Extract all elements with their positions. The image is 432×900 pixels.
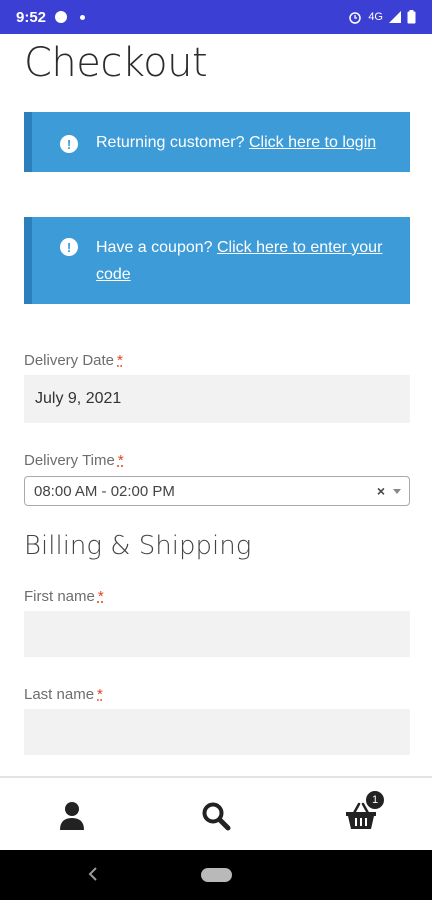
- delivery-time-label: Delivery Time *: [24, 452, 124, 469]
- status-bar: 9:52 4G: [0, 0, 432, 34]
- first-name-field[interactable]: [24, 611, 410, 657]
- search-button[interactable]: [196, 796, 236, 836]
- user-icon: [60, 802, 84, 830]
- dropdown-arrow-icon[interactable]: [393, 489, 401, 494]
- clear-selection-icon[interactable]: ×: [377, 483, 385, 499]
- bottom-navigation: 1: [0, 776, 432, 850]
- last-name-label-text: Last name: [24, 686, 95, 703]
- delivery-date-label: Delivery Date *: [24, 352, 123, 369]
- required-marker: *: [117, 352, 123, 369]
- last-name-label: Last name *: [24, 686, 103, 703]
- info-icon: !: [60, 238, 78, 256]
- cart-count-badge: 1: [364, 789, 386, 811]
- back-icon[interactable]: [88, 866, 98, 882]
- coupon-notice: ! Have a coupon? Click here to enter you…: [24, 217, 410, 304]
- notification-dot-icon: [80, 14, 86, 20]
- search-icon: [202, 802, 231, 831]
- page-title: Checkout: [24, 40, 208, 86]
- alarm-icon: [349, 12, 362, 24]
- coupon-notice-message: Have a coupon? Click here to enter your …: [96, 234, 386, 288]
- first-name-label: First name *: [24, 588, 104, 605]
- coupon-notice-text: Have a coupon?: [96, 239, 213, 256]
- network-type: 4G: [368, 11, 383, 23]
- status-time: 9:52: [16, 8, 47, 26]
- first-name-label-text: First name: [24, 588, 95, 605]
- delivery-time-label-text: Delivery Time: [24, 452, 115, 469]
- system-navigation-bar: [0, 850, 432, 900]
- info-icon: !: [60, 135, 78, 153]
- login-link[interactable]: Click here to login: [249, 134, 376, 151]
- billing-shipping-heading: Billing & Shipping: [24, 531, 252, 561]
- delivery-time-select[interactable]: 08:00 AM - 02:00 PM ×: [24, 476, 410, 506]
- last-name-field[interactable]: [24, 709, 410, 755]
- login-notice-text: Returning customer?: [96, 133, 245, 151]
- account-button[interactable]: [52, 796, 92, 836]
- message-icon: [55, 11, 68, 23]
- delivery-date-value: July 9, 2021: [35, 390, 122, 407]
- signal-icon: [389, 11, 401, 23]
- cart-button[interactable]: 1: [341, 789, 386, 836]
- returning-customer-notice: ! Returning customer? Click here to logi…: [24, 112, 410, 172]
- delivery-date-field[interactable]: July 9, 2021: [24, 375, 410, 423]
- home-pill[interactable]: [201, 868, 232, 882]
- battery-icon: [407, 10, 416, 24]
- login-notice-message: Returning customer? Click here to login: [96, 129, 376, 156]
- required-marker: *: [97, 686, 103, 703]
- required-marker: *: [97, 588, 104, 605]
- delivery-date-label-text: Delivery Date: [24, 352, 115, 369]
- required-marker: *: [117, 452, 124, 469]
- delivery-time-value: 08:00 AM - 02:00 PM: [34, 482, 175, 500]
- checkout-page: Checkout ! Returning customer? Click her…: [0, 34, 432, 776]
